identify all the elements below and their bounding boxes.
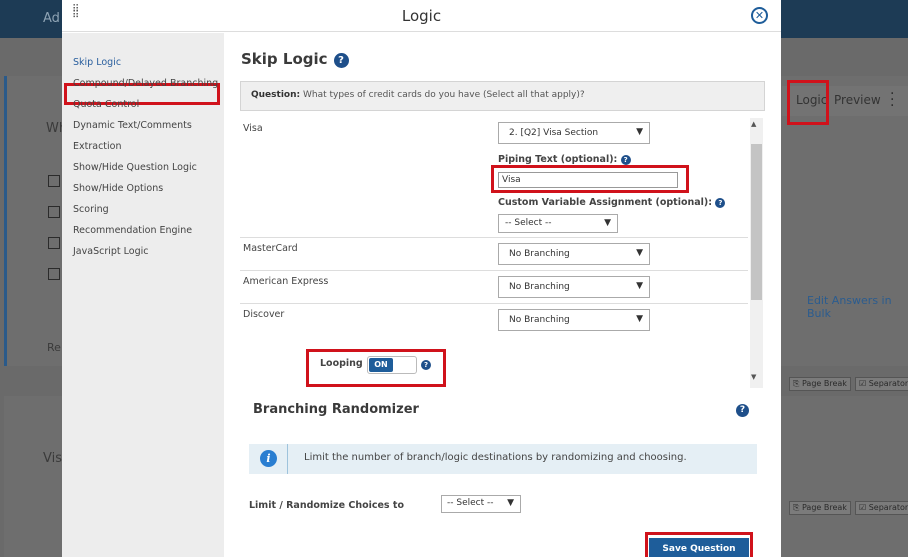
background-footer-text: Re [47,341,61,354]
limit-choices-select[interactable]: -- Select -- ▼ [441,495,521,513]
looping-label: Looping [320,358,363,369]
modal-title: Logic [401,7,442,25]
caret-down-icon: ▼ [507,498,514,508]
sidebar-item-dynamic-text[interactable]: Dynamic Text/Comments [73,120,192,131]
help-icon[interactable]: ? [620,154,631,165]
background-checkbox [48,175,60,187]
randomizer-info-box: i Limit the number of branch/logic desti… [249,444,757,474]
answer-row: American Express No Branching ▼ [240,271,748,304]
custom-variable-label: Custom Variable Assignment (optional): ? [498,197,726,208]
caret-down-icon: ▼ [636,248,643,258]
sidebar-item-compound-branching[interactable]: Compound/Delayed Branching [73,78,218,89]
sidebar-item-quota-control[interactable]: Quota Control [73,99,139,110]
page-break-button[interactable]: ⎘ Page Break [789,377,851,391]
scroll-down-icon[interactable]: ▼ [751,373,756,381]
answer-row: Visa 2. [Q2] Visa Section ▼ Piping Text (… [240,118,748,238]
edit-answers-link[interactable]: Edit Answers in Bulk [807,294,908,320]
branch-select[interactable]: No Branching ▼ [498,309,650,331]
background-question-2-text: Vis [43,451,62,466]
app-title: Ad [43,11,60,26]
sidebar-item-extraction[interactable]: Extraction [73,141,122,152]
modal-header: ⠿ ⠿ Logic ✕ [62,0,781,32]
help-icon[interactable]: ? [333,53,349,68]
piping-text-label: Piping Text (optional): ? [498,154,631,165]
separator-button[interactable]: ☑ Separator [855,377,908,391]
limit-choices-label: Limit / Randomize Choices to [249,500,404,511]
caret-down-icon: ▼ [636,127,643,137]
answer-label: MasterCard [243,243,298,254]
custom-variable-select[interactable]: -- Select -- ▼ [498,214,618,233]
sidebar-item-show-hide-question[interactable]: Show/Hide Question Logic [73,162,197,173]
answer-row: Discover No Branching ▼ [240,304,748,337]
help-icon[interactable]: ? [736,404,749,417]
caret-down-icon: ▼ [636,314,643,324]
tab-preview[interactable]: Preview [834,93,881,107]
sidebar-item-javascript-logic[interactable]: JavaScript Logic [73,246,148,257]
highlight-piping-text [491,165,689,193]
branch-select[interactable]: No Branching ▼ [498,276,650,298]
scroll-thumb[interactable] [751,144,762,300]
close-icon[interactable]: ✕ [751,7,768,24]
skip-logic-panel: Skip Logic? Question: What types of cred… [225,33,781,557]
answer-label: Discover [243,309,285,320]
sidebar-item-skip-logic[interactable]: Skip Logic [73,57,121,68]
background-checkbox [48,237,60,249]
caret-down-icon: ▼ [604,218,611,228]
scroll-up-icon[interactable]: ▲ [751,120,756,128]
background-checkbox [48,206,60,218]
branch-select[interactable]: 2. [Q2] Visa Section ▼ [498,122,650,144]
sidebar-item-show-hide-options[interactable]: Show/Hide Options [73,183,163,194]
question-label: Question: [251,90,301,100]
sidebar-item-recommendation-engine[interactable]: Recommendation Engine [73,225,192,236]
divider [287,444,288,474]
separator-button[interactable]: ☑ Separator [855,501,908,515]
page-break-button[interactable]: ⎘ Page Break [789,501,851,515]
answer-row: MasterCard No Branching ▼ [240,238,748,271]
question-text: What types of credit cards do you have (… [302,90,585,100]
logic-sidebar: Skip Logic Compound/Delayed Branching Qu… [62,33,224,557]
help-icon[interactable]: ? [421,360,431,370]
highlight-logic-tab [787,80,829,125]
randomizer-title: Branching Randomizer [253,402,419,417]
background-checkbox [48,268,60,280]
answer-list: Visa 2. [Q2] Visa Section ▼ Piping Text (… [240,118,763,388]
caret-down-icon: ▼ [636,281,643,291]
looping-toggle[interactable]: ON [367,356,417,374]
branch-select[interactable]: No Branching ▼ [498,243,650,265]
answers-scrollbar[interactable]: ▲ ▼ [750,118,763,388]
toggle-on-label: ON [369,358,393,372]
question-bar: Question: What types of credit cards do … [240,81,765,111]
info-icon: i [260,450,277,467]
info-text: Limit the number of branch/logic destina… [304,452,687,463]
section-title: Skip Logic? [241,50,349,68]
logic-modal: ⠿ ⠿ Logic ✕ Skip Logic Compound/Delayed B… [62,0,781,557]
answer-label: Visa [243,123,263,134]
answer-label: American Express [243,276,329,287]
more-options-icon[interactable]: · · · [890,87,896,113]
help-icon[interactable]: ? [715,197,726,208]
sidebar-item-scoring[interactable]: Scoring [73,204,109,215]
save-question-logic-button[interactable]: Save Question Logic [649,538,749,557]
